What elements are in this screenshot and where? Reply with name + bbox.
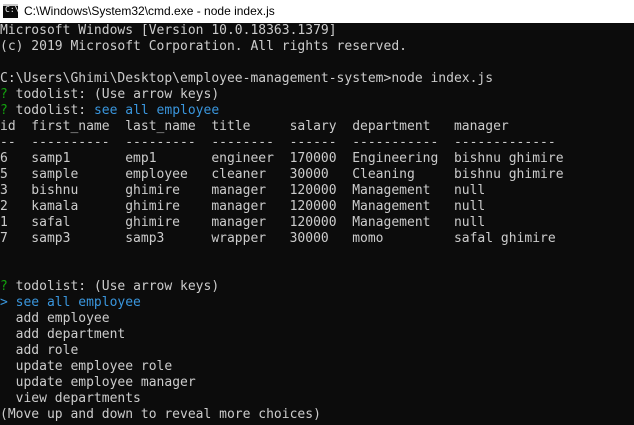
question-mark: ?	[0, 103, 8, 118]
prompt-label: todolist:	[15, 279, 87, 294]
menu-item-label: update employee role	[15, 359, 173, 374]
menu-item[interactable]: add employee	[0, 311, 110, 327]
question-mark: ?	[0, 87, 8, 102]
console-line: (c) 2019 Microsoft Corporation. All righ…	[0, 39, 407, 54]
prompt-hint: (Use arrow keys)	[86, 87, 220, 102]
menu-item[interactable]: update employee role	[0, 359, 173, 375]
prompt-label: todolist:	[15, 87, 87, 102]
console-line: C:\Users\Ghimi\Desktop\employee-manageme…	[0, 71, 494, 86]
prompt-label: todolist:	[15, 103, 87, 118]
prompt-line-3: ? todolist: (Use arrow keys)	[0, 279, 219, 295]
menu-item-label: update employee manager	[15, 375, 196, 390]
title-bar[interactable]: C:\ C:\Windows\System32\cmd.exe - node i…	[0, 0, 634, 23]
table-row: 2 kamala ghimire manager 120000 Manageme…	[0, 199, 486, 214]
table-row: 6 samp1 emp1 engineer 170000 Engineering…	[0, 151, 564, 166]
table-row: 5 sample employee cleaner 30000 Cleaning…	[0, 167, 564, 182]
console-line: Microsoft Windows [Version 10.0.18363.13…	[0, 23, 337, 38]
menu-item-label: add employee	[15, 311, 110, 326]
table-row: 1 safal ghimire manager 120000 Managemen…	[0, 215, 486, 230]
table-row: 3 bishnu ghimire manager 120000 Manageme…	[0, 183, 486, 198]
selection-marker: >	[0, 295, 16, 310]
menu-item[interactable]: add department	[0, 327, 126, 343]
cmd-icon: C:\	[3, 4, 19, 18]
table-header: id first_name last_name title salary dep…	[0, 119, 509, 134]
window-title: C:\Windows\System32\cmd.exe - node index…	[24, 4, 275, 18]
prompt-hint: (Use arrow keys)	[86, 279, 220, 294]
menu-item[interactable]: add role	[0, 343, 79, 359]
prompt-answer: see all employee	[93, 103, 220, 118]
menu-scroll-hint: (Move up and down to reveal more choices…	[0, 407, 321, 422]
menu-item-selected[interactable]: > see all employee	[0, 295, 141, 311]
console-output[interactable]: Microsoft Windows [Version 10.0.18363.13…	[0, 23, 634, 425]
menu-item[interactable]: view departments	[0, 391, 141, 407]
menu-item-label: add department	[15, 327, 126, 342]
question-mark: ?	[0, 279, 8, 294]
menu-item-label: add role	[15, 343, 79, 358]
cmd-window: C:\ C:\Windows\System32\cmd.exe - node i…	[0, 0, 634, 425]
prompt-line-1: ? todolist: (Use arrow keys)	[0, 87, 219, 103]
table-row: 7 samp3 samp3 wrapper 30000 momo safal g…	[0, 231, 556, 246]
table-divider: -- ---------- --------- -------- ------ …	[0, 135, 556, 150]
menu-item-label: see all employee	[15, 295, 141, 310]
menu-item-label: view departments	[15, 391, 141, 406]
menu-item[interactable]: update employee manager	[0, 375, 196, 391]
prompt-line-2: ? todolist: see all employee	[0, 103, 219, 119]
